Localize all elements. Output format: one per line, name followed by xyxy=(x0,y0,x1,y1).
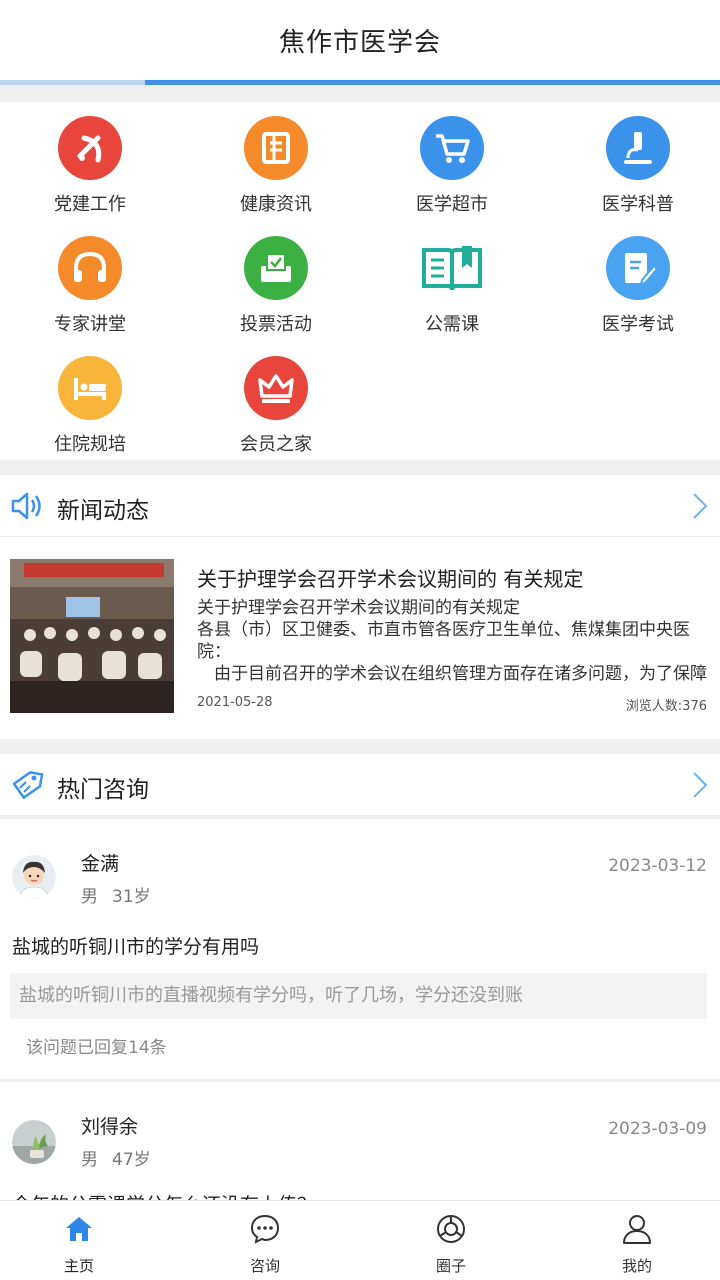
app-header: 焦作市医学会 xyxy=(0,0,720,85)
home-icon xyxy=(63,1213,95,1245)
edit-paper-icon xyxy=(606,236,670,300)
chevron-right-icon[interactable] xyxy=(692,771,708,799)
chevron-right-icon[interactable] xyxy=(692,492,708,520)
grid-item-label: 会员之家 xyxy=(240,434,312,455)
tab-consult[interactable]: 咨询 xyxy=(175,1201,355,1280)
news-section: 新闻动态 关于护理学会召开学术会议期间的 有关规定 关于护理学会召开学术会议期间… xyxy=(0,475,720,739)
crown-icon xyxy=(244,356,308,420)
news-excerpt-line: 由于目前召开的学术会议在组织管理方面存在诸多问题，为了保障今后的护理学术会议顺利… xyxy=(213,664,707,684)
news-title: 关于护理学会召开学术会议期间的 有关规定 xyxy=(197,567,584,591)
section-title: 新闻动态 xyxy=(57,498,149,524)
user-name: 刘得余 xyxy=(81,1116,139,1138)
user-age: 31岁 xyxy=(112,887,151,907)
tab-label: 圈子 xyxy=(435,1257,466,1275)
open-book-icon xyxy=(420,236,484,300)
microscope-icon xyxy=(606,116,670,180)
shopping-cart-icon xyxy=(420,116,484,180)
news-excerpt-line: 关于护理学会召开学术会议期间的有关规定 xyxy=(197,598,520,618)
speaker-icon xyxy=(10,489,44,523)
grid-item-label: 医学科普 xyxy=(602,194,674,215)
grid-item-label: 住院规培 xyxy=(54,434,126,455)
grid-item-expert-lecture[interactable]: 专家讲堂 xyxy=(0,222,180,340)
grid-item-label: 党建工作 xyxy=(54,194,126,215)
function-grid: 党建工作 健康资讯 医学超市 医学科普 专家讲堂 投票活动 公需课 医学考试 住… xyxy=(0,102,720,460)
section-title: 热门咨询 xyxy=(57,777,149,803)
question-title: 今年的公需课学分怎么还没有上传？ xyxy=(12,1190,316,1200)
user-gender: 男 xyxy=(81,887,98,907)
circle-icon xyxy=(435,1213,467,1245)
grid-item-label: 专家讲堂 xyxy=(54,314,126,335)
consult-card[interactable]: 刘得余 男 47岁 2023-03-09 今年的公需课学分怎么还没有上传？ xyxy=(0,1082,720,1200)
question-title: 盐城的听铜川市的学分有用吗 xyxy=(12,936,260,958)
tab-label: 咨询 xyxy=(249,1257,280,1275)
consult-section-header[interactable]: 热门咨询 xyxy=(0,754,720,816)
tab-home[interactable]: 主页 xyxy=(0,1201,169,1280)
tab-label: 主页 xyxy=(63,1257,94,1275)
grid-item-health-news[interactable]: 健康资讯 xyxy=(186,102,366,220)
grid-item-science[interactable]: 医学科普 xyxy=(548,102,720,220)
ballot-box-icon xyxy=(244,236,308,300)
document-icon xyxy=(244,116,308,180)
headphones-icon xyxy=(58,236,122,300)
tab-mine[interactable]: 我的 xyxy=(547,1201,720,1280)
news-date: 2021-05-28 xyxy=(197,695,273,710)
avatar xyxy=(12,855,56,899)
news-excerpt-line: 各县（市）区卫健委、市直市管各医疗卫生单位、焦煤集团中央医院： xyxy=(197,620,690,662)
grid-item-label: 公需课 xyxy=(425,314,479,335)
news-item[interactable]: 关于护理学会召开学术会议期间的 有关规定 关于护理学会召开学术会议期间的有关规定… xyxy=(0,537,720,714)
user-meta: 男 31岁 xyxy=(81,882,151,907)
user-age: 47岁 xyxy=(112,1150,151,1170)
question-date: 2023-03-09 xyxy=(608,1119,707,1139)
header-banner-strip xyxy=(0,80,720,85)
grid-item-label: 健康资讯 xyxy=(240,194,312,215)
grid-item-public-course[interactable]: 公需课 xyxy=(362,222,542,340)
chat-icon xyxy=(249,1213,281,1245)
page-title: 焦作市医学会 xyxy=(278,28,441,58)
news-excerpt: 关于护理学会召开学术会议期间的有关规定 各县（市）区卫健委、市直市管各医疗卫生单… xyxy=(197,597,709,685)
tab-circle[interactable]: 圈子 xyxy=(361,1201,541,1280)
grid-item-vote[interactable]: 投票活动 xyxy=(186,222,366,340)
reply-count: 该问题已回复14条 xyxy=(26,1038,167,1058)
user-meta: 男 47岁 xyxy=(81,1145,151,1170)
news-section-header[interactable]: 新闻动态 xyxy=(0,475,720,537)
question-detail: 盐城的听铜川市的直播视频有学分吗，听了几场，学分还没到账 xyxy=(10,973,707,1019)
bottom-tab-bar: 主页 咨询 圈子 我的 xyxy=(0,1200,720,1280)
grid-item-medical-mart[interactable]: 医学超市 xyxy=(362,102,542,220)
grid-item-member-home[interactable]: 会员之家 xyxy=(186,342,366,460)
grid-item-label: 投票活动 xyxy=(240,314,312,335)
grid-item-exam[interactable]: 医学考试 xyxy=(548,222,720,340)
news-thumbnail xyxy=(10,559,174,713)
hospital-bed-icon xyxy=(58,356,122,420)
grid-item-label: 医学考试 xyxy=(602,314,674,335)
user-icon xyxy=(621,1213,653,1245)
question-date: 2023-03-12 xyxy=(608,856,707,876)
tag-icon xyxy=(10,768,44,802)
consult-card[interactable]: 金满 男 31岁 2023-03-12 盐城的听铜川市的学分有用吗 盐城的听铜川市… xyxy=(0,819,720,1079)
grid-item-party-work[interactable]: 党建工作 xyxy=(0,102,180,220)
consult-section: 热门咨询 xyxy=(0,754,720,816)
news-views: 浏览人数:376 xyxy=(625,699,707,714)
party-emblem-icon xyxy=(58,116,122,180)
grid-item-label: 医学超市 xyxy=(416,194,488,215)
user-name: 金满 xyxy=(81,853,120,875)
user-gender: 男 xyxy=(81,1150,98,1170)
grid-item-residency[interactable]: 住院规培 xyxy=(0,342,180,460)
avatar xyxy=(12,1120,56,1164)
tab-label: 我的 xyxy=(621,1257,652,1275)
